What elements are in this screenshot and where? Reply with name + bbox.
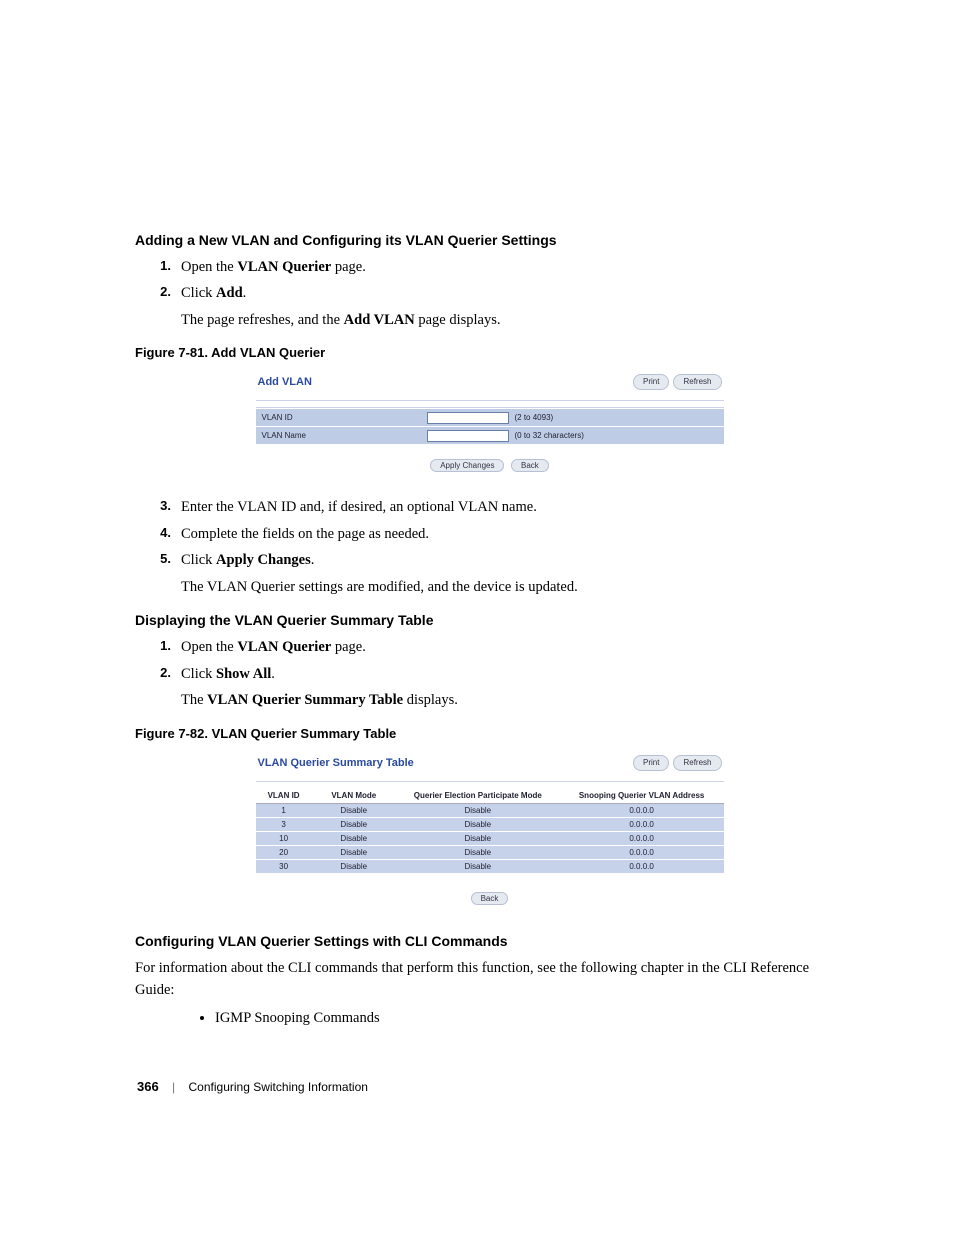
table-row: 1DisableDisable0.0.0.0 xyxy=(256,803,724,817)
field-hint: (2 to 4093) xyxy=(515,413,554,422)
step-text: Enter the VLAN ID and, if desired, an op… xyxy=(181,496,844,518)
step-number: 2. xyxy=(135,282,181,331)
body-paragraph: For information about the CLI commands t… xyxy=(135,957,844,1002)
step-list-2: 1. Open the VLAN Querier page. 2. Click … xyxy=(135,636,844,711)
step-list-1b: 3. Enter the VLAN ID and, if desired, an… xyxy=(135,496,844,598)
col-querier-mode: Querier Election Participate Mode xyxy=(396,788,560,804)
page-footer: 366 | Configuring Switching Information xyxy=(135,1079,844,1094)
step-5: 5. Click Apply Changes. The VLAN Querier… xyxy=(135,549,844,598)
step-1: 1. Open the VLAN Querier page. xyxy=(135,256,844,278)
vlan-id-input[interactable] xyxy=(427,412,509,424)
step-list-1: 1. Open the VLAN Querier page. 2. Click … xyxy=(135,256,844,331)
summary-table: VLAN ID VLAN Mode Querier Election Parti… xyxy=(256,788,724,873)
page-number: 366 xyxy=(137,1079,159,1094)
back-button[interactable]: Back xyxy=(511,459,549,472)
table-row: 10DisableDisable0.0.0.0 xyxy=(256,831,724,845)
step-1: 1. Open the VLAN Querier page. xyxy=(135,636,844,658)
print-button[interactable]: Print xyxy=(633,374,669,390)
col-vlan-mode: VLAN Mode xyxy=(312,788,396,804)
step-2: 2. Click Add. The page refreshes, and th… xyxy=(135,282,844,331)
step-text: Click Apply Changes. The VLAN Querier se… xyxy=(181,549,844,598)
field-hint: (0 to 32 characters) xyxy=(515,431,584,440)
panel-title: VLAN Querier Summary Table xyxy=(258,757,414,769)
step-text: Click Show All. The VLAN Querier Summary… xyxy=(181,663,844,712)
step-number: 4. xyxy=(135,523,181,545)
col-vlan-id: VLAN ID xyxy=(256,788,312,804)
step-text: Complete the fields on the page as neede… xyxy=(181,523,844,545)
step-text: Open the VLAN Querier page. xyxy=(181,256,844,278)
field-label: VLAN ID xyxy=(262,413,427,422)
field-label: VLAN Name xyxy=(262,431,427,440)
vlan-querier-summary-panel: VLAN Querier Summary Table Print Refresh… xyxy=(256,751,724,905)
step-number: 5. xyxy=(135,549,181,598)
list-item: IGMP Snooping Commands xyxy=(215,1010,844,1027)
figure-caption-81: Figure 7-81. Add VLAN Querier xyxy=(135,345,844,360)
panel-title: Add VLAN xyxy=(258,376,312,388)
back-button[interactable]: Back xyxy=(471,892,509,905)
table-row: 3DisableDisable0.0.0.0 xyxy=(256,817,724,831)
step-3: 3. Enter the VLAN ID and, if desired, an… xyxy=(135,496,844,518)
step-number: 1. xyxy=(135,636,181,658)
step-text: Open the VLAN Querier page. xyxy=(181,636,844,658)
step-number: 2. xyxy=(135,663,181,712)
document-page: Adding a New VLAN and Configuring its VL… xyxy=(0,0,954,1154)
form-row-vlan-name: VLAN Name (0 to 32 characters) xyxy=(256,426,724,444)
form-row-vlan-id: VLAN ID (2 to 4093) xyxy=(256,408,724,426)
step-number: 1. xyxy=(135,256,181,278)
refresh-button[interactable]: Refresh xyxy=(673,755,721,771)
bullet-list: IGMP Snooping Commands xyxy=(135,1010,844,1027)
step-2: 2. Click Show All. The VLAN Querier Summ… xyxy=(135,663,844,712)
step-number: 3. xyxy=(135,496,181,518)
print-button[interactable]: Print xyxy=(633,755,669,771)
heading-cli: Configuring VLAN Querier Settings with C… xyxy=(135,933,844,949)
vlan-name-input[interactable] xyxy=(427,430,509,442)
step-text: Click Add. The page refreshes, and the A… xyxy=(181,282,844,331)
chapter-title: Configuring Switching Information xyxy=(189,1080,368,1094)
table-row: 20DisableDisable0.0.0.0 xyxy=(256,845,724,859)
figure-caption-82: Figure 7-82. VLAN Querier Summary Table xyxy=(135,726,844,741)
add-vlan-panel: Add VLAN Print Refresh VLAN ID (2 to 409… xyxy=(256,370,724,472)
apply-changes-button[interactable]: Apply Changes xyxy=(430,459,504,472)
col-snooping-addr: Snooping Querier VLAN Address xyxy=(560,788,724,804)
heading-add-new-vlan: Adding a New VLAN and Configuring its VL… xyxy=(135,232,844,248)
step-4: 4. Complete the fields on the page as ne… xyxy=(135,523,844,545)
table-row: 30DisableDisable0.0.0.0 xyxy=(256,859,724,873)
separator: | xyxy=(172,1080,175,1094)
heading-display-summary: Displaying the VLAN Querier Summary Tabl… xyxy=(135,612,844,628)
refresh-button[interactable]: Refresh xyxy=(673,374,721,390)
